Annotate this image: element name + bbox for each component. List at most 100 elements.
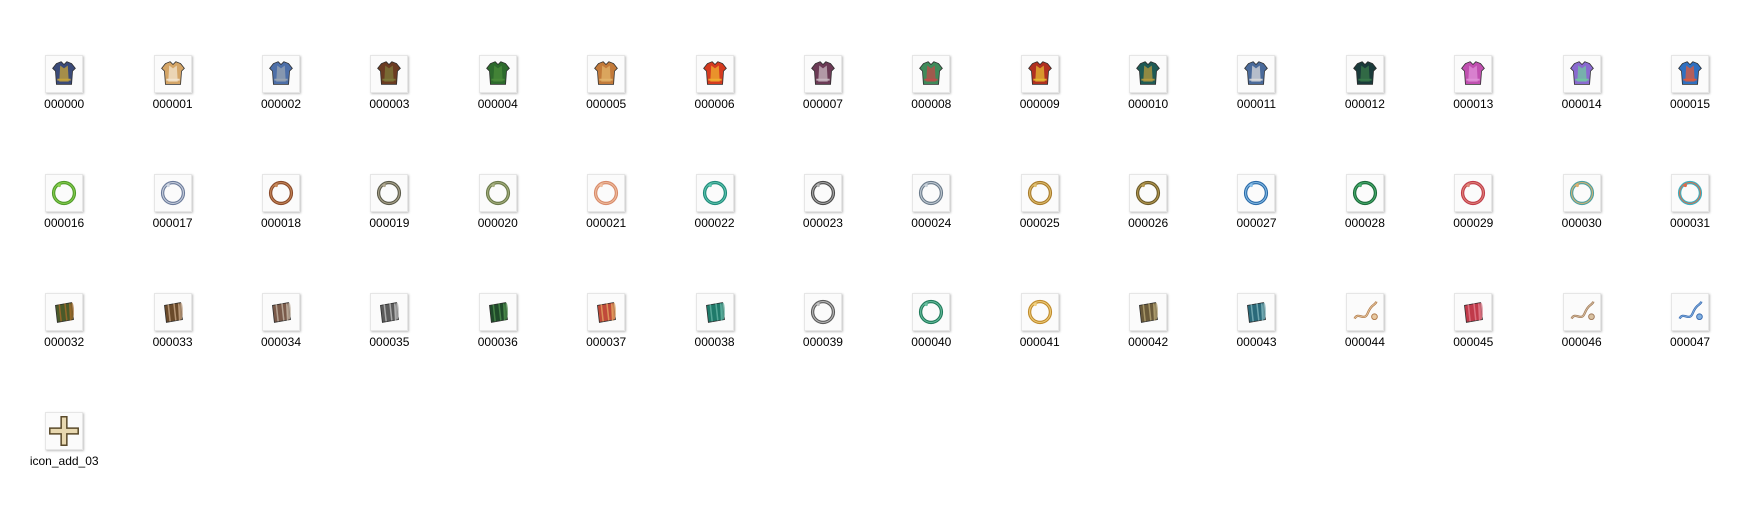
file-item-000005[interactable]: 000005	[552, 55, 660, 174]
file-thumbnail-000046[interactable]	[1562, 293, 1601, 331]
file-thumbnail-000027[interactable]	[1237, 174, 1276, 212]
file-thumbnail-000012[interactable]	[1345, 55, 1384, 93]
file-thumbnail-000026[interactable]	[1129, 174, 1168, 212]
file-item-000016[interactable]: 000016	[10, 174, 118, 293]
file-item-000045[interactable]: 000045	[1419, 293, 1527, 412]
file-thumbnail-000009[interactable]	[1020, 55, 1059, 93]
file-item-000038[interactable]: 000038	[660, 293, 768, 412]
file-thumbnail-000019[interactable]	[370, 174, 409, 212]
file-thumbnail-000015[interactable]	[1671, 55, 1710, 93]
file-item-000000[interactable]: 000000	[10, 55, 118, 174]
file-thumbnail-000000[interactable]	[45, 55, 84, 93]
file-item-000015[interactable]: 000015	[1636, 55, 1744, 174]
file-thumbnail-000023[interactable]	[803, 174, 842, 212]
file-thumbnail-000043[interactable]	[1237, 293, 1276, 331]
file-thumbnail-000044[interactable]	[1345, 293, 1384, 331]
file-thumbnail-000047[interactable]	[1671, 293, 1710, 331]
file-thumbnail-000010[interactable]	[1129, 55, 1168, 93]
file-item-000028[interactable]: 000028	[1311, 174, 1419, 293]
file-item-000037[interactable]: 000037	[552, 293, 660, 412]
file-item-000006[interactable]: 000006	[660, 55, 768, 174]
file-item-000044[interactable]: 000044	[1311, 293, 1419, 412]
file-item-000008[interactable]: 000008	[877, 55, 985, 174]
file-item-000043[interactable]: 000043	[1202, 293, 1310, 412]
file-thumbnail-000007[interactable]	[803, 55, 842, 93]
file-thumbnail-000037[interactable]	[587, 293, 626, 331]
file-thumbnail-000038[interactable]	[695, 293, 734, 331]
file-item-000010[interactable]: 000010	[1094, 55, 1202, 174]
file-item-000001[interactable]: 000001	[118, 55, 226, 174]
file-thumbnail-000022[interactable]	[695, 174, 734, 212]
file-thumbnail-000028[interactable]	[1345, 174, 1384, 212]
file-name-label: 000031	[1670, 216, 1711, 230]
file-item-000041[interactable]: 000041	[986, 293, 1094, 412]
file-item-000039[interactable]: 000039	[769, 293, 877, 412]
file-item-000012[interactable]: 000012	[1311, 55, 1419, 174]
file-thumbnail-000040[interactable]	[912, 293, 951, 331]
file-thumbnail-000018[interactable]	[261, 174, 300, 212]
file-item-000036[interactable]: 000036	[444, 293, 552, 412]
file-thumbnail-000034[interactable]	[261, 293, 300, 331]
file-thumbnail-000013[interactable]	[1454, 55, 1493, 93]
file-item-000022[interactable]: 000022	[660, 174, 768, 293]
file-thumbnail-000016[interactable]	[45, 174, 84, 212]
file-thumbnail-000014[interactable]	[1562, 55, 1601, 93]
file-thumbnail-000030[interactable]	[1562, 174, 1601, 212]
file-item-000018[interactable]: 000018	[227, 174, 335, 293]
file-item-000020[interactable]: 000020	[444, 174, 552, 293]
file-item-000009[interactable]: 000009	[986, 55, 1094, 174]
file-item-000047[interactable]: 000047	[1636, 293, 1744, 412]
file-item-000029[interactable]: 000029	[1419, 174, 1527, 293]
file-thumbnail-000003[interactable]	[370, 55, 409, 93]
file-thumbnail-000029[interactable]	[1454, 174, 1493, 212]
file-thumbnail-000031[interactable]	[1671, 174, 1710, 212]
file-thumbnail-000020[interactable]	[478, 174, 517, 212]
file-thumbnail-000032[interactable]	[45, 293, 84, 331]
file-item-icon_add_03[interactable]: icon_add_03	[10, 412, 118, 531]
file-thumbnail-000039[interactable]	[803, 293, 842, 331]
file-thumbnail-000021[interactable]	[587, 174, 626, 212]
file-thumbnail-000035[interactable]	[370, 293, 409, 331]
file-thumbnail-icon_add_03[interactable]	[45, 412, 84, 450]
file-item-000033[interactable]: 000033	[118, 293, 226, 412]
file-thumbnail-000011[interactable]	[1237, 55, 1276, 93]
file-item-000040[interactable]: 000040	[877, 293, 985, 412]
file-item-000024[interactable]: 000024	[877, 174, 985, 293]
file-item-000030[interactable]: 000030	[1527, 174, 1635, 293]
file-thumbnail-000017[interactable]	[153, 174, 192, 212]
file-item-000034[interactable]: 000034	[227, 293, 335, 412]
file-item-000035[interactable]: 000035	[335, 293, 443, 412]
file-thumbnail-000002[interactable]	[261, 55, 300, 93]
file-thumbnail-000041[interactable]	[1020, 293, 1059, 331]
file-thumbnail-000004[interactable]	[478, 55, 517, 93]
file-thumbnail-000036[interactable]	[478, 293, 517, 331]
file-item-000023[interactable]: 000023	[769, 174, 877, 293]
file-item-000003[interactable]: 000003	[335, 55, 443, 174]
file-item-000011[interactable]: 000011	[1202, 55, 1310, 174]
file-thumbnail-000006[interactable]	[695, 55, 734, 93]
file-item-000004[interactable]: 000004	[444, 55, 552, 174]
file-item-000025[interactable]: 000025	[986, 174, 1094, 293]
file-thumbnail-000008[interactable]	[912, 55, 951, 93]
file-item-000019[interactable]: 000019	[335, 174, 443, 293]
file-thumbnail-000042[interactable]	[1129, 293, 1168, 331]
file-thumbnail-000045[interactable]	[1454, 293, 1493, 331]
file-thumbnail-000024[interactable]	[912, 174, 951, 212]
file-item-000002[interactable]: 000002	[227, 55, 335, 174]
file-item-000046[interactable]: 000046	[1527, 293, 1635, 412]
file-item-000032[interactable]: 000032	[10, 293, 118, 412]
file-item-000026[interactable]: 000026	[1094, 174, 1202, 293]
file-name-label: 000045	[1453, 335, 1494, 349]
file-item-000014[interactable]: 000014	[1527, 55, 1635, 174]
file-thumbnail-000005[interactable]	[587, 55, 626, 93]
file-thumbnail-000025[interactable]	[1020, 174, 1059, 212]
file-thumbnail-000033[interactable]	[153, 293, 192, 331]
file-item-000042[interactable]: 000042	[1094, 293, 1202, 412]
file-thumbnail-000001[interactable]	[153, 55, 192, 93]
file-item-000027[interactable]: 000027	[1202, 174, 1310, 293]
file-item-000013[interactable]: 000013	[1419, 55, 1527, 174]
file-item-000021[interactable]: 000021	[552, 174, 660, 293]
file-item-000007[interactable]: 000007	[769, 55, 877, 174]
file-item-000017[interactable]: 000017	[118, 174, 226, 293]
file-item-000031[interactable]: 000031	[1636, 174, 1744, 293]
